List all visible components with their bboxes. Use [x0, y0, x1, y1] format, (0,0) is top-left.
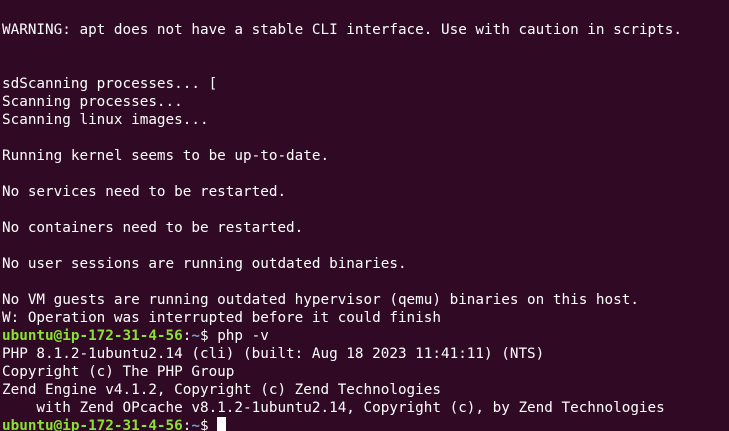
output-line: Copyright (c) The PHP Group	[2, 364, 235, 380]
output-line: Scanning processes...	[2, 94, 183, 110]
output-line: PHP 8.1.2-1ubuntu2.14 (cli) (built: Aug …	[2, 346, 545, 362]
output-line: No user sessions are running outdated bi…	[2, 256, 407, 272]
text-cursor[interactable]	[217, 417, 227, 431]
output-line: WARNING: apt does not have a stable CLI …	[2, 22, 682, 38]
output-line: No containers need to be restarted.	[2, 220, 304, 236]
output-line: Running kernel seems to be up-to-date.	[2, 148, 330, 164]
prompt-symbol: $	[199, 328, 218, 344]
active-prompt-line[interactable]: ubuntu@ip-172-31-4-56:~$	[2, 417, 729, 431]
prompt-user-host: ubuntu@ip-172-31-4-56	[2, 328, 183, 344]
output-line: Scanning linux images...	[2, 112, 209, 128]
prompt-path: ~	[191, 418, 200, 431]
output-line: No VM guests are running outdated hyperv…	[2, 292, 639, 308]
prompt-command: php -v	[217, 328, 269, 344]
output-line: W: Operation was interrupted before it c…	[2, 310, 441, 326]
prompt-symbol: $	[199, 418, 218, 431]
prompt-user-host: ubuntu@ip-172-31-4-56	[2, 418, 183, 431]
output-line: No services need to be restarted.	[2, 184, 287, 200]
command-prompt-line: ubuntu@ip-172-31-4-56:~$ php -v	[2, 327, 729, 345]
output-line: sdScanning processes... [	[2, 76, 218, 92]
output-line: with Zend OPcache v8.1.2-1ubuntu2.14, Co…	[2, 400, 665, 416]
terminal-output: WARNING: apt does not have a stable CLI …	[2, 21, 729, 431]
prompt-path: ~	[191, 328, 200, 344]
terminal-window[interactable]: WARNING: apt does not have a stable CLI …	[0, 0, 729, 431]
output-line: Zend Engine v4.1.2, Copyright (c) Zend T…	[2, 382, 441, 398]
